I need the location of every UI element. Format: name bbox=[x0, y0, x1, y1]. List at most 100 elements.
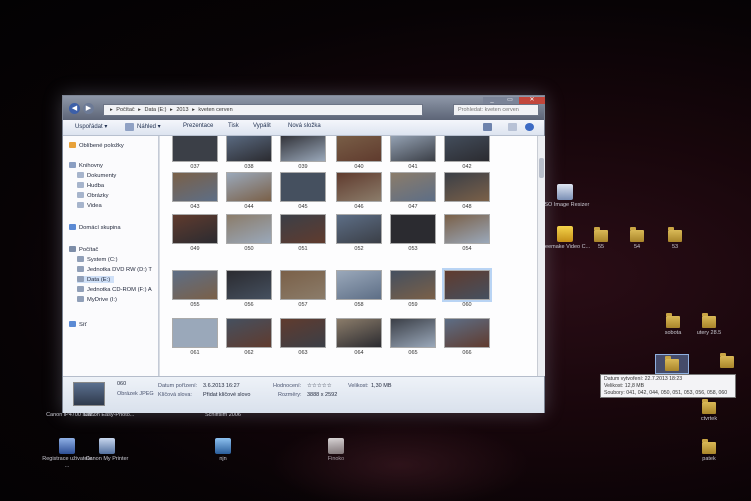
view-options-icon[interactable] bbox=[483, 123, 492, 131]
photo-thumbnail[interactable] bbox=[280, 270, 326, 300]
photo-thumbnail[interactable] bbox=[280, 136, 326, 162]
photo-thumbnail[interactable] bbox=[226, 318, 272, 348]
desktop-folder-extra[interactable] bbox=[700, 353, 751, 370]
rating-stars[interactable]: ☆☆☆☆☆ bbox=[307, 383, 332, 389]
close-button[interactable]: ✕ bbox=[519, 97, 545, 104]
sidebar-item[interactable]: Hudba bbox=[77, 182, 104, 189]
thumbnail-label: 060 bbox=[462, 302, 472, 308]
search-input[interactable]: Prohledat: kveten cerven bbox=[453, 104, 539, 116]
new-folder-button[interactable]: Nová složka bbox=[288, 123, 321, 129]
photo-thumbnail[interactable] bbox=[336, 214, 382, 244]
desktop-folder-53[interactable]: 53 bbox=[648, 227, 702, 251]
organize-button[interactable]: Uspořádat ▾ bbox=[75, 123, 107, 130]
photo-thumbnail[interactable] bbox=[390, 172, 436, 202]
sidebar-item[interactable]: Obrázky bbox=[77, 192, 109, 199]
sidebar-item-label: Obrázky bbox=[87, 193, 109, 199]
photo-thumbnail[interactable] bbox=[444, 136, 490, 162]
photo-thumbnail[interactable] bbox=[280, 172, 326, 202]
photo-thumbnail[interactable] bbox=[172, 172, 218, 202]
thumbnail-label: 037 bbox=[190, 164, 200, 170]
photo-thumbnail[interactable] bbox=[444, 214, 490, 244]
date-label: Datum pořízení: bbox=[158, 383, 198, 389]
photo-thumbnail[interactable] bbox=[390, 318, 436, 348]
back-button[interactable]: ◀ bbox=[69, 103, 80, 114]
photo-thumbnail[interactable] bbox=[172, 318, 218, 348]
nav-icon bbox=[77, 256, 84, 262]
slideshow-button[interactable]: Prezentace bbox=[183, 123, 213, 129]
nav-icon bbox=[69, 162, 76, 168]
thumbnail-label: 045 bbox=[298, 204, 308, 210]
photo-thumbnail[interactable] bbox=[442, 268, 492, 302]
explorer-window[interactable]: ◀ ▶ ▸ Počítač ▸ Data (E:) ▸ 2013 ▸ kvete… bbox=[62, 95, 545, 413]
photo-thumbnail[interactable] bbox=[280, 214, 326, 244]
nav-icon bbox=[69, 246, 76, 252]
desktop-icon-vso-image-resizer[interactable]: VSO Image Resizer bbox=[538, 184, 592, 209]
photo-thumbnail[interactable] bbox=[172, 270, 218, 300]
photo-thumbnail[interactable] bbox=[444, 318, 490, 348]
maximize-button[interactable]: ▭ bbox=[501, 97, 519, 104]
photo-thumbnail[interactable] bbox=[172, 214, 218, 244]
folder-icon bbox=[630, 227, 644, 242]
sidebar-item[interactable]: Knihovny bbox=[69, 162, 103, 169]
thumbnail-label: 043 bbox=[190, 204, 200, 210]
desktop-folder-ctvrtek[interactable]: ctvrtek bbox=[682, 399, 736, 423]
photo-thumbnail[interactable] bbox=[226, 214, 272, 244]
nav-icon bbox=[69, 321, 76, 327]
sidebar-item[interactable]: Data (E:) bbox=[77, 276, 115, 283]
selected-file-thumbnail bbox=[73, 382, 105, 406]
sidebar-item-label: Data (E:) bbox=[87, 277, 111, 283]
thumbnail-label: 057 bbox=[298, 302, 308, 308]
nav-icon bbox=[77, 276, 84, 282]
photo-thumbnail[interactable] bbox=[336, 136, 382, 162]
photo-thumbnail[interactable] bbox=[226, 270, 272, 300]
scrollbar-thumb[interactable] bbox=[539, 158, 544, 178]
preview-button[interactable]: Náhled ▾ bbox=[137, 123, 161, 130]
forward-button[interactable]: ▶ bbox=[83, 103, 94, 114]
photo-thumbnail[interactable] bbox=[390, 214, 436, 244]
sidebar-item-label: Knihovny bbox=[79, 163, 103, 169]
help-icon[interactable] bbox=[525, 123, 534, 131]
thumbnail-grid: 037 038 039 040 041 042 043 044 045 046 047 048 049 0… bbox=[160, 136, 537, 376]
print-button[interactable]: Tisk bbox=[228, 123, 239, 129]
photo-thumbnail[interactable] bbox=[336, 270, 382, 300]
desktop-icon-canon-my-printer[interactable]: Canon My Printer bbox=[80, 438, 134, 463]
sidebar-item[interactable]: Jednotka DVD RW (D:) T bbox=[77, 266, 152, 273]
sidebar-item[interactable]: System (C:) bbox=[77, 256, 118, 263]
vertical-scrollbar[interactable] bbox=[537, 136, 545, 376]
sidebar-item[interactable]: Domácí skupina bbox=[69, 224, 121, 231]
photo-thumbnail[interactable] bbox=[336, 172, 382, 202]
photo-thumbnail[interactable] bbox=[390, 270, 436, 300]
desktop-folder-utery[interactable]: utery 28.5 bbox=[682, 313, 736, 337]
thumbnail-label: 061 bbox=[190, 350, 200, 356]
folder-icon bbox=[668, 227, 682, 242]
window-titlebar[interactable]: ◀ ▶ ▸ Počítač ▸ Data (E:) ▸ 2013 ▸ kvete… bbox=[63, 96, 545, 120]
photo-thumbnail[interactable] bbox=[444, 172, 490, 202]
desktop-icon-finoko[interactable]: Finoko bbox=[309, 438, 363, 463]
sidebar-item[interactable]: Dokumenty bbox=[77, 172, 116, 179]
desktop-folder-patek[interactable]: patek bbox=[682, 439, 736, 463]
photo-thumbnail[interactable] bbox=[172, 136, 218, 162]
selected-folder-highlight[interactable] bbox=[655, 354, 689, 374]
sidebar-item-label: Jednotka DVD RW (D:) T bbox=[87, 267, 152, 273]
tags-value[interactable]: Přidat klíčové slovo bbox=[203, 392, 250, 398]
photo-thumbnail[interactable] bbox=[226, 136, 272, 162]
photo-thumbnail[interactable] bbox=[226, 172, 272, 202]
sidebar-item[interactable]: Jednotka CD-ROM (F:) A bbox=[77, 286, 152, 293]
photo-thumbnail[interactable] bbox=[336, 318, 382, 348]
desktop: VSO Image Resizer Freemake Video C... 55… bbox=[0, 0, 751, 501]
thumbnail-label: 050 bbox=[244, 246, 254, 252]
sidebar-item[interactable]: Videa bbox=[77, 202, 102, 209]
thumbnail-label: 039 bbox=[298, 164, 308, 170]
sidebar-item[interactable]: MyDrive (I:) bbox=[77, 296, 117, 303]
address-bar[interactable]: ▸ Počítač ▸ Data (E:) ▸ 2013 ▸ kveten ce… bbox=[103, 104, 423, 116]
preview-pane-icon[interactable] bbox=[508, 123, 517, 131]
burn-button[interactable]: Vypálit bbox=[253, 123, 271, 129]
sidebar-item[interactable]: Oblíbené položky bbox=[69, 142, 124, 149]
vso-image-resizer-icon bbox=[557, 184, 573, 200]
sidebar-item[interactable]: Počítač bbox=[69, 246, 98, 253]
desktop-icon-njn[interactable]: njn bbox=[196, 438, 250, 463]
minimize-button[interactable]: _ bbox=[483, 97, 501, 104]
photo-thumbnail[interactable] bbox=[390, 136, 436, 162]
photo-thumbnail[interactable] bbox=[280, 318, 326, 348]
sidebar-item[interactable]: Síť bbox=[69, 321, 87, 328]
